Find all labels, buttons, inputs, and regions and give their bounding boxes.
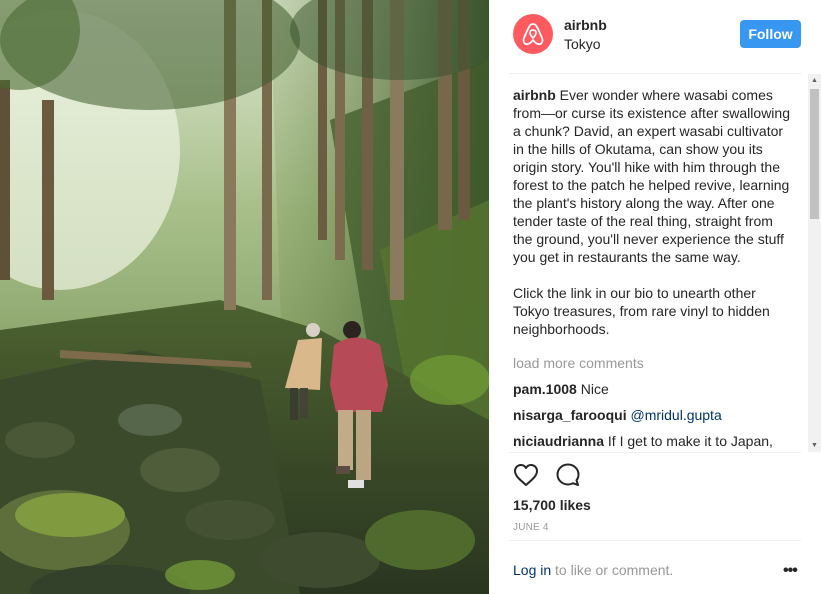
comments-scrollbar[interactable]: ▲ ▼ bbox=[808, 74, 821, 452]
login-link[interactable]: Log in bbox=[513, 562, 551, 578]
comment-item: niciaudrianna If I get to make it to Jap… bbox=[513, 432, 793, 450]
comment-username[interactable]: niciaudrianna bbox=[513, 433, 604, 449]
scroll-up-arrow-icon[interactable]: ▲ bbox=[808, 74, 821, 87]
comment-text: If I get to make it to Japan, bbox=[607, 433, 773, 449]
post-location[interactable]: Tokyo bbox=[564, 36, 601, 52]
comments-list[interactable]: airbnb Ever wonder where wasabi comes fr… bbox=[513, 86, 793, 452]
login-prompt-text: to like or comment. bbox=[551, 562, 674, 578]
comment-username[interactable]: nisarga_farooqui bbox=[513, 407, 627, 423]
caption-username[interactable]: airbnb bbox=[513, 87, 556, 103]
scroll-down-arrow-icon[interactable]: ▼ bbox=[808, 439, 821, 452]
divider bbox=[509, 540, 801, 541]
comment-bubble-icon[interactable] bbox=[555, 462, 581, 488]
follow-button[interactable]: Follow bbox=[740, 20, 801, 48]
comment-item: nisarga_farooqui @mridul.gupta bbox=[513, 406, 793, 424]
comment-mention-link[interactable]: @mridul.gupta bbox=[630, 407, 721, 423]
likes-count[interactable]: 15,700 likes bbox=[513, 497, 591, 513]
comment-text: Nice bbox=[580, 381, 609, 397]
post-username[interactable]: airbnb bbox=[564, 17, 607, 33]
heart-icon[interactable] bbox=[513, 462, 539, 488]
comment-username[interactable]: pam.1008 bbox=[513, 381, 577, 397]
post-photo bbox=[0, 0, 489, 594]
divider bbox=[509, 73, 801, 74]
comment-item: pam.1008 Nice bbox=[513, 380, 793, 398]
divider bbox=[509, 452, 801, 453]
post-caption: airbnb Ever wonder where wasabi comes fr… bbox=[513, 86, 793, 338]
post-header: airbnb Tokyo Follow bbox=[489, 0, 821, 72]
login-prompt: Log in to like or comment. bbox=[513, 562, 673, 578]
caption-text: Ever wonder where wasabi comes from—or c… bbox=[513, 87, 790, 337]
airbnb-logo-icon[interactable] bbox=[513, 14, 553, 54]
post-panel: airbnb Tokyo Follow airbnb Ever wonder w… bbox=[489, 0, 821, 594]
more-options-icon[interactable]: ••• bbox=[783, 562, 803, 580]
post-actions bbox=[513, 462, 581, 490]
load-more-comments-button[interactable]: load more comments bbox=[513, 354, 793, 372]
scroll-thumb[interactable] bbox=[810, 89, 819, 219]
post-date: JUNE 4 bbox=[513, 522, 549, 533]
